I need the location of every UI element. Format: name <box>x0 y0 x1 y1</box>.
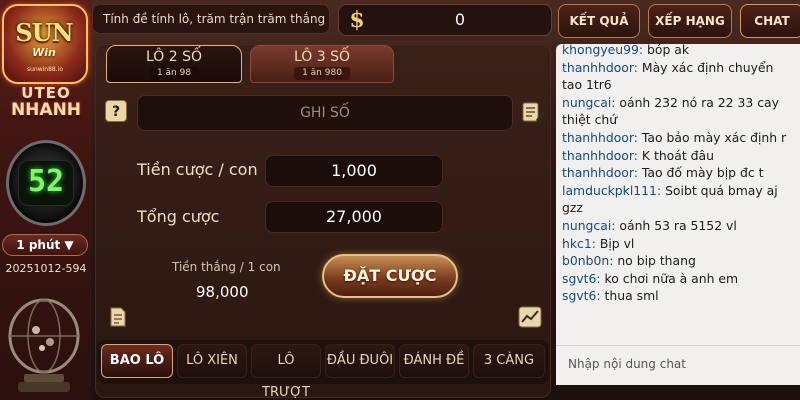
chat-text: Tao đố mày bịp đc t <box>637 165 764 181</box>
chat-message: nungcai: oánh 53 ra 5152 vl <box>562 217 794 235</box>
tab-odds: 1 ăn 98 <box>148 67 200 80</box>
chat-text: oánh 53 ra 5152 vl <box>615 217 737 233</box>
tab-lo-truot[interactable]: LÔ TRƯỢT <box>251 344 321 400</box>
lottery-globe-icon <box>8 298 80 392</box>
chat-input[interactable]: Nhập nội dung chat <box>556 345 800 385</box>
tab-odds: 1 ăn 980 <box>294 67 350 80</box>
chat-username[interactable]: thanhhdoor: <box>562 130 638 145</box>
chat-message: lamduckpkl111: Soibt quá bmay aj gzz <box>562 182 794 217</box>
chat-message: nungcai: oánh 232 nó ra 22 33 cay thiệt … <box>562 94 794 129</box>
bet-per-number-label: Tiền cược / con <box>137 160 258 179</box>
win-per-number-label: Tiền thắng / 1 con <box>172 260 281 274</box>
tab-label: LÔ 2 SỐ <box>145 49 203 65</box>
chat-message-list[interactable]: khongyeu99: bóp ak thanhhdoor: Mày xác đ… <box>562 41 794 339</box>
chat-message: hkc1: Bịp vl <box>562 235 794 253</box>
chat-text: bóp ak <box>643 42 690 57</box>
ranking-button[interactable]: XẾP HẠNG <box>648 4 732 38</box>
chat-text: no bip thang <box>613 253 696 269</box>
tab-lo-2-so[interactable]: LÔ 2 SỐ 1 ăn 98 <box>106 45 242 83</box>
total-bet-value: 27,000 <box>265 201 443 233</box>
dollar-icon: $ <box>349 7 365 33</box>
tab-lo-xien[interactable]: LÔ XIÊN <box>177 344 247 378</box>
chat-username[interactable]: nungcai: <box>562 218 615 233</box>
place-bet-button[interactable]: ĐẶT CƯỢC <box>322 254 458 298</box>
chat-message: thanhhdoor: Tao bảo mày xác định r <box>562 129 794 147</box>
chat-message: thanhhdoor: Tao đố mày bịp đc t <box>562 164 794 182</box>
timer-value: 52 <box>27 164 65 199</box>
session-id: 20251012-594 <box>5 262 87 275</box>
chat-message: sgvt6: thua sml <box>562 287 794 305</box>
win-per-number-value: 98,000 <box>196 283 249 301</box>
chat-text: Tao bảo mày xác định r <box>637 129 787 145</box>
bet-per-number-input[interactable]: 1,000 <box>265 155 443 187</box>
chat-message: b0nb0n: no bip thang <box>562 252 794 270</box>
chat-username[interactable]: b0nb0n: <box>562 253 613 268</box>
notes-icon[interactable] <box>108 306 128 328</box>
chat-username[interactable]: nungcai: <box>562 95 615 110</box>
total-bet-label: Tổng cược <box>137 207 220 226</box>
logo-url: sunwin88.io <box>27 66 63 73</box>
chat-username[interactable]: sgvt6: <box>562 288 601 303</box>
chat-text: K thoát đâu <box>637 147 714 163</box>
chat-username[interactable]: thanhhdoor: <box>562 60 638 75</box>
chat-username[interactable]: sgvt6: <box>562 271 601 286</box>
balance-value: 0 <box>454 10 466 29</box>
chat-username[interactable]: hkc1: <box>562 236 596 251</box>
game-title-line2: NHANH <box>10 100 82 120</box>
chat-message: khongyeu99: bóp ak <box>562 41 794 59</box>
edit-list-icon[interactable] <box>520 100 544 124</box>
results-button[interactable]: KẾT QUẢ <box>558 4 640 38</box>
logo-text: SUN <box>15 18 73 47</box>
tab-3-cang[interactable]: 3 CÀNG <box>473 344 545 378</box>
chat-text: thua sml <box>600 288 659 304</box>
tab-dau-duoi[interactable]: ĐẦU ĐUÔI <box>325 344 395 378</box>
tab-label: LÔ 3 SỐ <box>293 49 351 65</box>
chat-username[interactable]: lamduckpkl111: <box>562 183 661 198</box>
chat-username[interactable]: thanhhdoor: <box>562 165 638 180</box>
chat-username[interactable]: thanhhdoor: <box>562 148 638 163</box>
chat-button[interactable]: CHAT <box>740 4 800 38</box>
chat-message: thanhhdoor: Mày xác định chuyển tao 1tr6 <box>562 59 794 94</box>
chat-text: ko chơi nữa à anh em <box>600 270 739 286</box>
chat-text: Bịp vl <box>595 235 635 251</box>
tab-danh-de[interactable]: ĐÁNH ĐỀ <box>399 344 469 378</box>
tagline: Tính đề tính lô, trăm trận trăm thắng <box>92 4 330 34</box>
period-dropdown[interactable]: 1 phút ▼ <box>2 234 88 256</box>
logo-subtext: Win <box>32 46 56 59</box>
number-input[interactable]: GHI SỐ <box>137 95 513 131</box>
chat-message: sgvt6: ko chơi nữa à anh em <box>562 270 794 288</box>
chat-message: thanhhdoor: K thoát đâu <box>562 147 794 165</box>
tab-lo-3-so[interactable]: LÔ 3 SỐ 1 ăn 980 <box>250 45 394 83</box>
stats-chart-icon[interactable] <box>518 306 542 328</box>
help-icon[interactable]: ? <box>105 100 127 122</box>
tab-bao-lo[interactable]: BAO LÔ <box>101 344 173 378</box>
chat-username[interactable]: khongyeu99: <box>562 42 643 57</box>
